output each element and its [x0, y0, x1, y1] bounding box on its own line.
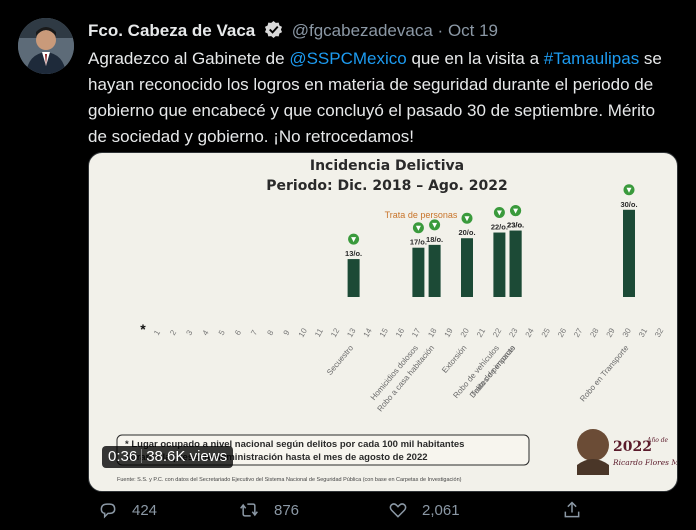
axis-tick-label: 21: [475, 326, 488, 339]
category-labels: Secuestro Homicidios dolososRobo a casa h…: [325, 343, 631, 413]
retweet-icon: [240, 503, 258, 517]
axis-tick-label: 20: [459, 326, 472, 339]
source-note: Fuente: S.S. y P.C. con datos del Secret…: [117, 477, 462, 483]
reply-icon: [100, 503, 116, 519]
axis-tick-label: 24: [524, 326, 537, 339]
axis-tick-label: 26: [556, 326, 569, 339]
chart-image: Incidencia Delictiva Periodo: Dic. 2018 …: [116, 158, 677, 483]
share-button[interactable]: [562, 500, 596, 520]
axis-tick-label: 28: [588, 326, 601, 339]
axis-tick-label: 4: [201, 328, 211, 337]
bar: [493, 232, 506, 297]
bar: [428, 244, 441, 297]
axis-tick-label: 23: [507, 326, 520, 339]
chart-title: Incidencia Delictiva: [310, 158, 464, 174]
tweet-text: Agradezco al Gabinete de @SSPCMexico que…: [88, 46, 678, 150]
axis-tick-label: 14: [362, 326, 375, 339]
axis-tick-label: 6: [233, 328, 243, 337]
axis-tick-label: *: [140, 321, 146, 337]
rank-label: 30/o.: [620, 200, 637, 209]
tweet[interactable]: Fco. Cabeza de Vaca @fgcabezadevaca · Oc…: [0, 0, 696, 530]
axis-tick-label: 16: [394, 326, 407, 339]
axis-tick-label: 11: [313, 326, 325, 338]
axis-tick-label: 12: [329, 326, 342, 339]
tweet-text-part: que en la visita a: [406, 49, 544, 68]
chart-subtitle: Periodo: Dic. 2018 – Ago. 2022: [266, 178, 507, 194]
axis-tick-label: 18: [426, 326, 439, 339]
axis-tick-label: 32: [653, 326, 666, 339]
logo-subtext: Año de: [646, 437, 669, 444]
logo-name: Ricardo Flores Magón: [612, 458, 677, 467]
like-count: 2,061: [422, 501, 460, 519]
hashtag-link[interactable]: #Tamaulipas: [544, 49, 639, 68]
bar: [412, 247, 425, 297]
tweet-actions: 424 876 2,061: [88, 500, 678, 524]
axis-tick-label: 9: [282, 328, 292, 337]
chip-divider: [141, 449, 143, 463]
rank-label: 18/o.: [426, 235, 443, 244]
axis-tick-label: 8: [265, 328, 275, 337]
video-time: 0:36: [108, 448, 138, 465]
axis-tick-label: 29: [605, 326, 618, 339]
bar: [347, 259, 360, 297]
axis-tick-label: 1: [152, 328, 162, 337]
header-separator: ·: [437, 21, 444, 40]
axis-tick-label: 27: [572, 326, 585, 339]
rank-label: 13/o.: [345, 249, 362, 258]
rank-label: 20/o.: [458, 228, 475, 237]
rank-label: 22/o.: [491, 223, 508, 232]
axis-tick-label: 25: [540, 326, 553, 339]
bar: [623, 209, 635, 297]
bar: [461, 238, 473, 297]
axis-tick-label: 2: [168, 328, 178, 337]
tweet-date[interactable]: Oct 19: [448, 21, 498, 40]
category-label: Secuestro: [325, 343, 355, 377]
axis-tick-label: 3: [184, 328, 194, 337]
logo: 2022 Año de Ricardo Flores Magón: [577, 429, 677, 475]
video-views: 38.6K views: [146, 448, 228, 465]
axis-tick-label: 10: [297, 326, 310, 339]
trata-label: Trata de personas: [385, 210, 458, 220]
tweet-video[interactable]: Incidencia Delictiva Periodo: Dic. 2018 …: [88, 152, 678, 492]
axis-tick-label: 30: [621, 326, 634, 339]
axis-ticks: * 1 2 3 4 5 6 7 8 9 10 11 12 13 14 15 16 17 18 19 20 21 22 23 24…: [140, 321, 665, 339]
author-name[interactable]: Fco. Cabeza de Vaca: [88, 21, 255, 40]
retweet-button[interactable]: 876: [238, 500, 299, 520]
retweet-count: 876: [274, 501, 300, 519]
axis-tick-label: 15: [378, 326, 391, 339]
axis-tick-label: 13: [345, 326, 358, 339]
author-handle[interactable]: @fgcabezadevaca: [292, 21, 433, 40]
reply-button[interactable]: 424: [98, 500, 157, 520]
reply-count: 424: [132, 501, 158, 519]
avatar[interactable]: [18, 18, 74, 74]
axis-tick-label: 17: [410, 326, 423, 339]
axis-tick-label: 19: [443, 326, 456, 339]
category-label: Robo en Transporte: [578, 343, 631, 403]
axis-tick-label: 31: [637, 326, 650, 339]
heart-icon: [389, 503, 407, 518]
like-button[interactable]: 2,061: [388, 500, 460, 520]
bars-group: 13/o.17/o. 18/o.20/o.22/o. 23/o.23/o.30/o.: [345, 184, 638, 297]
verified-badge-icon: [264, 20, 283, 44]
category-label: Extorsión: [440, 344, 468, 375]
mention-link[interactable]: @SSPCMexico: [289, 49, 406, 68]
share-icon: [564, 501, 580, 518]
tweet-text-part: Agradezco al Gabinete de: [88, 49, 290, 68]
bar: [509, 230, 522, 297]
rank-label: 23/o.: [507, 221, 524, 230]
tweet-header: Fco. Cabeza de Vaca @fgcabezadevaca · Oc…: [88, 20, 498, 44]
axis-tick-label: 22: [491, 326, 504, 339]
video-info-chip: 0:36 38.6K views: [102, 446, 234, 468]
axis-tick-label: 7: [249, 328, 259, 337]
rank-label: 17/o.: [410, 238, 427, 247]
axis-tick-label: 5: [217, 328, 227, 337]
